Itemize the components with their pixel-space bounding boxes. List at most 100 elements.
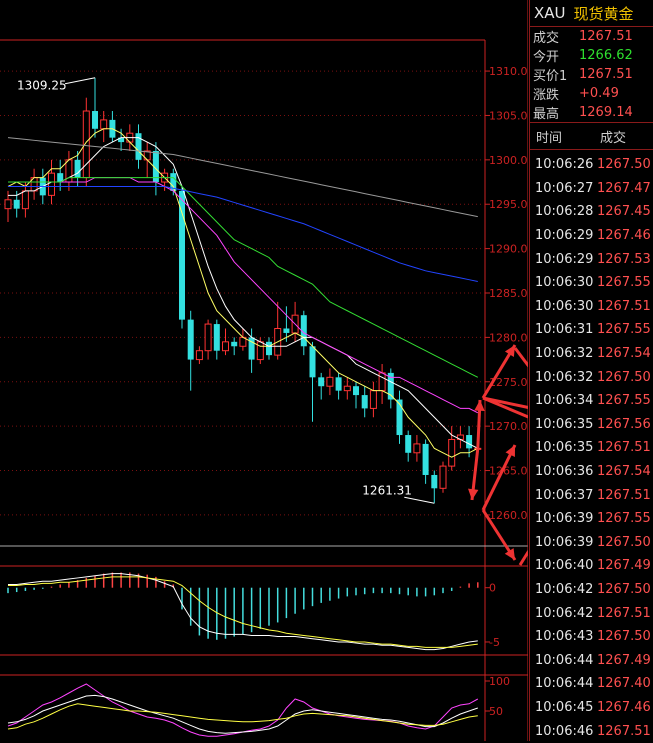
- tick-price: 1267.47: [597, 180, 651, 196]
- tick-price: 1267.49: [597, 652, 651, 668]
- quote-header: XAU 现货黄金: [530, 0, 653, 27]
- tick-time: 10:06:32: [535, 346, 594, 362]
- tick-row: 10:06:46 1267.51: [530, 719, 653, 743]
- tick-time: 10:06:45: [535, 699, 594, 715]
- tick-price: 1267.50: [597, 157, 651, 173]
- candle-body: [92, 111, 98, 129]
- price-tick-label: 1265.0: [489, 465, 528, 478]
- candle-body: [361, 395, 368, 409]
- tick-price: 1267.51: [597, 605, 651, 621]
- macd-tick-label: 0: [489, 582, 496, 595]
- tick-price: 1267.46: [597, 228, 651, 244]
- candle-body: [266, 341, 272, 356]
- price-tick-label: 1260.0: [489, 509, 528, 522]
- tick-time: 10:06:29: [535, 228, 594, 244]
- price-tick-label: 1285.0: [489, 287, 528, 300]
- moving-average-line: [8, 137, 479, 449]
- tick-row: 10:06:34 1267.55: [530, 389, 653, 413]
- tick-price: 1267.54: [597, 464, 651, 480]
- macd-tick-label: -5: [489, 636, 500, 649]
- tick-list[interactable]: 10:06:26 1267.50 10:06:27 1267.47 10:06:28 12…: [530, 150, 653, 743]
- chart-area[interactable]: 1310.0 1305.0 1300.0 1295.0 1290.0 1285.0 1280…: [0, 0, 528, 741]
- tick-time: 10:06:35: [535, 416, 594, 432]
- tick-price: 1267.56: [597, 416, 651, 432]
- quote-row: 今开 1266.62: [530, 46, 653, 65]
- tick-row: 10:06:29 1267.53: [530, 247, 653, 271]
- candle-body: [48, 172, 55, 196]
- quote-label: 涨跌: [533, 88, 560, 103]
- kdj-tick-label: 50: [489, 705, 503, 718]
- tick-price: 1267.50: [597, 629, 651, 645]
- quote-row: 涨跌 +0.49: [530, 84, 653, 103]
- tick-time: 10:06:27: [535, 180, 594, 196]
- candle-body: [343, 385, 351, 392]
- candle-body: [431, 474, 438, 489]
- moving-average-line: [8, 177, 479, 414]
- candle-body: [413, 443, 421, 454]
- moving-average-line: [8, 185, 478, 282]
- tick-price: 1267.55: [597, 393, 651, 409]
- tick-time: 10:06:37: [535, 487, 594, 503]
- ticks-header-time: 时间: [536, 130, 563, 146]
- candle-body: [326, 376, 334, 387]
- candle-body: [13, 199, 20, 209]
- quote-label: 最高: [533, 107, 560, 122]
- tick-time: 10:06:29: [535, 251, 594, 267]
- candle-body: [335, 377, 342, 391]
- candle-body: [231, 341, 238, 347]
- tick-price: 1267.45: [597, 204, 651, 220]
- ticks-header: 时间 成交: [530, 122, 653, 150]
- tick-row: 10:06:35 1267.51: [530, 436, 653, 460]
- tick-row: 10:06:32 1267.54: [530, 342, 653, 366]
- candle-body: [309, 346, 316, 378]
- tick-row: 10:06:31 1267.55: [530, 318, 653, 342]
- kdj-d-line: [7, 694, 478, 734]
- tick-row: 10:06:37 1267.51: [530, 483, 653, 507]
- candle-body: [422, 443, 429, 475]
- tick-row: 10:06:28 1267.45: [530, 200, 653, 224]
- tick-time: 10:06:43: [535, 629, 594, 645]
- tick-time: 10:06:32: [535, 369, 594, 385]
- tick-time: 10:06:36: [535, 464, 594, 480]
- candle-body: [222, 341, 229, 352]
- tick-price: 1267.49: [597, 558, 651, 574]
- candle-body: [213, 324, 220, 351]
- tick-price: 1267.51: [597, 487, 651, 503]
- candle-body: [195, 350, 203, 361]
- tick-row: 10:06:42 1267.50: [530, 578, 653, 602]
- quote-value: 1267.51: [579, 29, 633, 44]
- price-tick-label: 1295.0: [489, 198, 528, 211]
- candle-body: [318, 377, 325, 387]
- tick-price: 1267.51: [597, 723, 651, 739]
- tick-row: 10:06:44 1267.40: [530, 672, 653, 696]
- tick-row: 10:06:43 1267.50: [530, 625, 653, 649]
- quote-row: 成交 1267.51: [530, 27, 653, 46]
- tick-row: 10:06:39 1267.55: [530, 507, 653, 531]
- quote-rows: 成交 1267.51 今开 1266.62 买价1 1267.51 涨跌 +0.49 最高 126…: [530, 27, 653, 122]
- kdj-tick-label: 100: [489, 675, 510, 688]
- tick-price: 1267.50: [597, 534, 651, 550]
- low-annotation: 1261.31: [362, 483, 412, 497]
- candle-body: [4, 199, 12, 210]
- candle-body: [448, 438, 456, 467]
- candlestick-chart[interactable]: 1310.0 1305.0 1300.0 1295.0 1290.0 1285.0 1280…: [0, 0, 528, 741]
- candle-body: [378, 372, 386, 392]
- candle-body: [179, 190, 185, 320]
- tick-price: 1267.50: [597, 581, 651, 597]
- tick-row: 10:06:44 1267.49: [530, 648, 653, 672]
- candle-body: [82, 110, 90, 179]
- price-tick-label: 1280.0: [489, 331, 528, 344]
- high-annotation-leader: [64, 77, 96, 85]
- candle-body: [21, 190, 29, 210]
- tick-time: 10:06:42: [535, 581, 594, 597]
- tick-price: 1267.51: [597, 440, 651, 456]
- tick-row: 10:06:32 1267.50: [530, 365, 653, 389]
- quote-row: 买价1 1267.51: [530, 65, 653, 84]
- tick-row: 10:06:45 1267.46: [530, 696, 653, 720]
- tick-row: 10:06:39 1267.50: [530, 531, 653, 555]
- candle-body: [187, 319, 194, 360]
- candle-body: [353, 386, 359, 396]
- tick-price: 1267.54: [597, 346, 651, 362]
- candle-body: [100, 119, 108, 130]
- tick-row: 10:06:42 1267.51: [530, 601, 653, 625]
